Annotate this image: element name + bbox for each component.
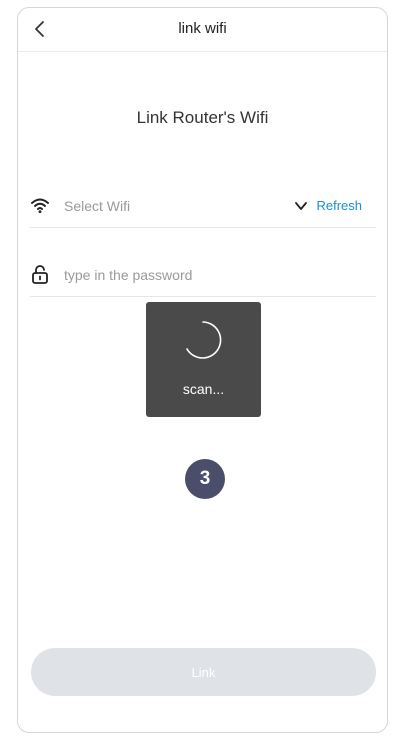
step-badge: 3 [185,459,225,499]
wifi-select-field[interactable]: Select Wifi Refresh [30,191,376,228]
navigation-header: link wifi [18,8,387,52]
scan-toast: scan... [146,302,261,417]
unlock-icon [32,265,48,284]
password-input[interactable]: type in the password [64,267,192,283]
refresh-label[interactable]: Refresh [316,198,362,213]
toast-label: scan... [182,381,225,397]
password-field[interactable]: type in the password [30,260,376,297]
link-button[interactable]: Link [31,648,376,696]
refresh-button[interactable]: Refresh [294,198,362,213]
header-title: link wifi [178,20,227,37]
chevron-down-icon[interactable] [294,199,308,213]
wifi-icon [31,198,49,213]
app-frame: link wifi Link Router's Wifi Select Wifi… [17,7,388,733]
page-title: Link Router's Wifi [136,108,269,127]
spinner-icon [186,321,222,359]
wifi-select-placeholder: Select Wifi [64,198,131,214]
